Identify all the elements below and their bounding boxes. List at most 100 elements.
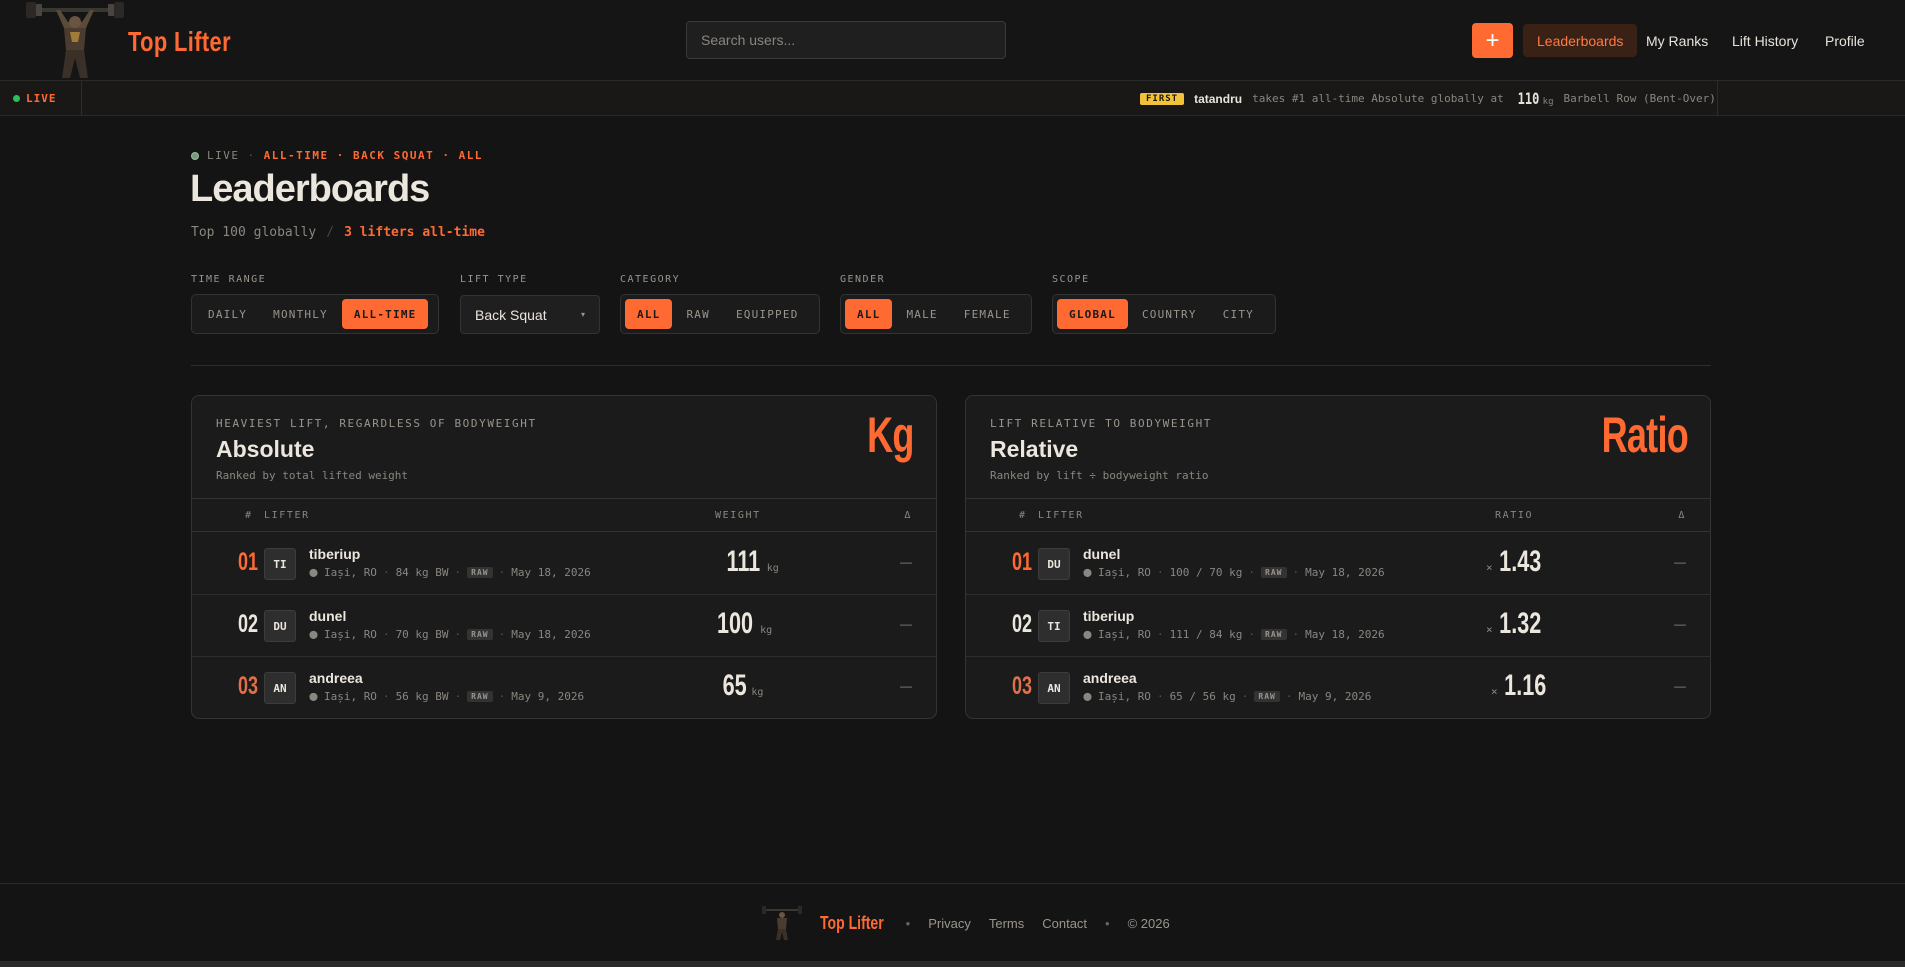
lifter-name[interactable]: andreea [1083, 670, 1137, 686]
scope-global[interactable]: GLOBAL [1057, 299, 1128, 329]
avatar: AN [1038, 672, 1070, 704]
ticker-unit: kg [1542, 96, 1554, 107]
table-row[interactable]: 02 DU dunel ⬤ Iași, RO · 70 kg BW · RAW … [192, 595, 936, 657]
live-label: LIVE [26, 92, 57, 105]
rank-number: 01 [1012, 548, 1033, 576]
lifter-location: Iași, RO [1097, 566, 1151, 579]
footer-brand[interactable]: Top Lifter [820, 913, 884, 934]
lifter-name[interactable]: andreea [309, 670, 363, 686]
scope-city[interactable]: CITY [1211, 299, 1266, 329]
ratio-value: × 1.16 [1491, 671, 1554, 701]
rank-number: 02 [1012, 610, 1033, 638]
time-range-monthly[interactable]: MONTHLY [261, 299, 340, 329]
ratio-value: × 1.32 [1486, 609, 1549, 639]
card-title: Absolute [216, 436, 315, 462]
logo[interactable] [26, 0, 124, 81]
gender-male[interactable]: MALE [894, 299, 949, 329]
location-pin-icon: ⬤ [309, 568, 318, 577]
lift-date: May 18, 2026 [1305, 628, 1385, 641]
raw-badge: RAW [467, 691, 493, 702]
card-eyebrow: LIFT RELATIVE TO BODYWEIGHT [990, 417, 1213, 430]
rank-delta: — [1674, 555, 1686, 569]
lifter-count: 3 lifters all-time [344, 225, 485, 240]
lifter-name[interactable]: dunel [309, 608, 346, 624]
lift-type-select[interactable]: Back Squat ▾ [460, 295, 600, 334]
ticker-event[interactable]: FIRST tatandru takes #1 all-time Absolut… [1140, 81, 1716, 116]
raw-badge: RAW [1254, 691, 1280, 702]
avatar: DU [1038, 548, 1070, 580]
nav-my-ranks[interactable]: My Ranks [1632, 24, 1722, 57]
table-row[interactable]: 02 TI tiberiup ⬤ Iași, RO · 111 / 84 kg … [966, 595, 1710, 657]
time-range-daily[interactable]: DAILY [196, 299, 259, 329]
raw-badge: RAW [1261, 567, 1287, 578]
col-weight: WEIGHT [715, 510, 761, 521]
col-delta: Δ [904, 510, 912, 521]
footer-link-contact[interactable]: Contact [1042, 916, 1087, 931]
lifter-meta: ⬤ Iași, RO · 56 kg BW · RAW · May 9, 202… [309, 690, 585, 703]
lift-date: May 18, 2026 [1305, 566, 1385, 579]
nav-leaderboards[interactable]: Leaderboards [1523, 24, 1638, 57]
page-subtitle: Top 100 globally / 3 lifters all-time [191, 225, 485, 240]
lifter-name[interactable]: tiberiup [1083, 608, 1134, 624]
table-header: # LIFTER WEIGHT Δ [192, 498, 936, 532]
table-row[interactable]: 01 DU dunel ⬤ Iași, RO · 100 / 70 kg · R… [966, 533, 1710, 595]
section-divider [191, 365, 1711, 366]
footer-link-privacy[interactable]: Privacy [928, 916, 971, 931]
footer-link-terms[interactable]: Terms [989, 916, 1024, 931]
rank-delta: — [900, 617, 912, 631]
scope-label: SCOPE [1052, 274, 1090, 285]
footer-copyright: © 2026 [1127, 915, 1170, 931]
avatar: AN [264, 672, 296, 704]
first-badge: FIRST [1140, 92, 1185, 105]
ratio-number: 1.32 [1498, 607, 1541, 640]
card-subtitle: Ranked by lift ÷ bodyweight ratio [990, 469, 1209, 482]
search-input[interactable] [686, 21, 1006, 59]
weight-unit: kg [766, 563, 779, 574]
lifter-meta: ⬤ Iași, RO · 111 / 84 kg · RAW · May 18,… [1083, 628, 1385, 641]
live-indicator: LIVE [13, 81, 57, 116]
gender-female[interactable]: FEMALE [952, 299, 1023, 329]
location-pin-icon: ⬤ [309, 630, 318, 639]
time-range-label: TIME RANGE [191, 274, 267, 285]
lift-type-label: LIFT TYPE [460, 274, 528, 285]
lifter-name[interactable]: dunel [1083, 546, 1120, 562]
gender-all[interactable]: ALL [845, 299, 893, 329]
category-all[interactable]: ALL [625, 299, 673, 329]
lifter-meta: ⬤ Iași, RO · 65 / 56 kg · RAW · May 9, 2… [1083, 690, 1372, 703]
table-body: 01 TI tiberiup ⬤ Iași, RO · 84 kg BW · R… [192, 533, 936, 718]
nav-profile[interactable]: Profile [1811, 24, 1879, 57]
breadcrumb-live: LIVE [207, 149, 240, 162]
ticker-user[interactable]: tatandru [1194, 92, 1242, 106]
footer-separator: • [1105, 915, 1110, 931]
live-dot-icon [13, 95, 20, 102]
avatar: DU [264, 610, 296, 642]
lifter-location: Iași, RO [1097, 690, 1151, 703]
rank-delta: — [900, 679, 912, 693]
weight-number: 100 [717, 607, 754, 640]
weight-unit: kg [760, 625, 773, 636]
scope-country[interactable]: COUNTRY [1130, 299, 1209, 329]
brand-name[interactable]: Top Lifter [128, 26, 231, 58]
gender-selector: ALL MALE FEMALE [840, 294, 1032, 334]
raw-badge: RAW [1261, 629, 1287, 640]
lifter-name[interactable]: tiberiup [309, 546, 360, 562]
rank-number: 03 [1012, 672, 1033, 700]
rank-delta: — [1674, 679, 1686, 693]
category-equipped[interactable]: EQUIPPED [724, 299, 811, 329]
add-lift-button[interactable]: + [1472, 23, 1513, 58]
table-header: # LIFTER RATIO Δ [966, 498, 1710, 532]
table-row[interactable]: 03 AN andreea ⬤ Iași, RO · 56 kg BW · RA… [192, 657, 936, 718]
nav-lift-history[interactable]: Lift History [1718, 24, 1812, 57]
rank-number: 02 [238, 610, 259, 638]
footer-separator: • [905, 915, 911, 931]
lift-date: May 18, 2026 [511, 566, 591, 579]
card-eyebrow: HEAVIEST LIFT, REGARDLESS OF BODYWEIGHT [216, 417, 537, 430]
ticker-value: 110 [1517, 89, 1540, 108]
col-rank: # [1019, 510, 1027, 521]
table-row[interactable]: 01 TI tiberiup ⬤ Iași, RO · 84 kg BW · R… [192, 533, 936, 595]
status-dot-icon [191, 151, 199, 160]
relative-leaderboard-card: LIFT RELATIVE TO BODYWEIGHT Relative Ran… [965, 395, 1711, 719]
table-row[interactable]: 03 AN andreea ⬤ Iași, RO · 65 / 56 kg · … [966, 657, 1710, 718]
category-raw[interactable]: RAW [674, 299, 721, 329]
time-range-all-time[interactable]: ALL-TIME [341, 299, 429, 329]
